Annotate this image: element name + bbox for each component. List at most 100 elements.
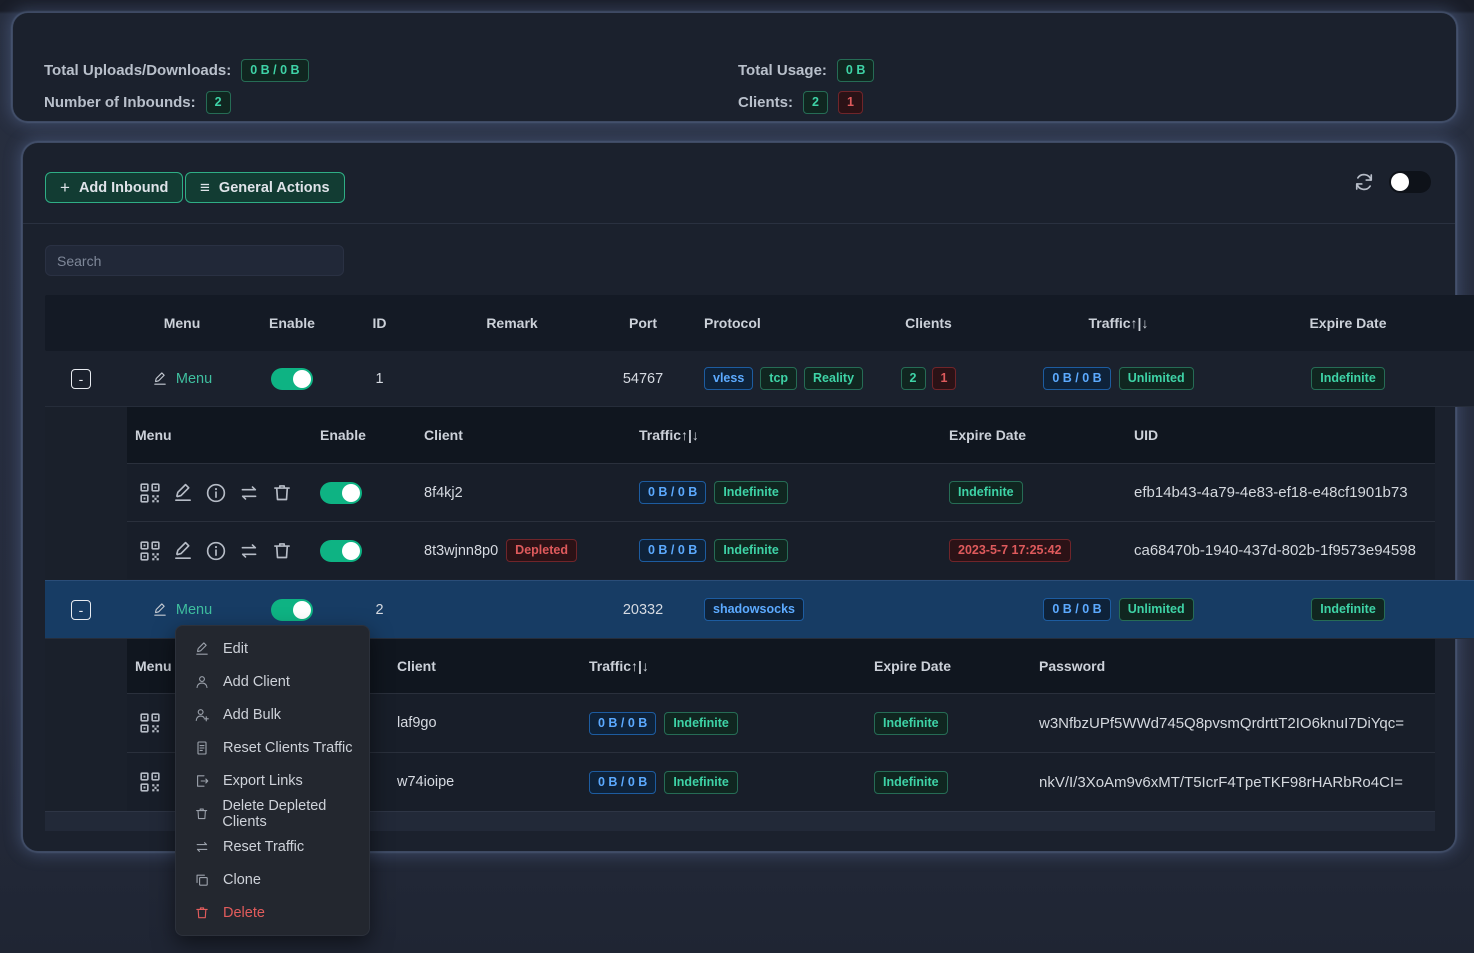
transport-badge: tcp <box>760 367 797 390</box>
toggle-knob <box>1391 173 1409 191</box>
col-header-traffic[interactable]: Traffic↑|↓ <box>631 407 941 463</box>
traffic-badge: 0 B / 0 B <box>639 539 706 562</box>
clients-depleted-badge: 1 <box>932 367 957 390</box>
client-name: w74ioipe <box>389 753 581 811</box>
security-badge: Reality <box>804 367 863 390</box>
reset-traffic-icon[interactable] <box>238 482 260 504</box>
edit-icon <box>152 602 168 618</box>
traffic-badge: 0 B / 0 B <box>589 771 656 794</box>
col-header-menu: Menu <box>127 407 312 463</box>
inbound-context-menu: Edit Add Client Add Bulk Reset Clients T… <box>175 625 370 936</box>
delete-icon[interactable] <box>271 540 293 562</box>
total-usage-label: Total Usage: <box>738 62 827 79</box>
menu-item-add-client[interactable]: Add Client <box>176 665 369 698</box>
expire-badge: Indefinite <box>874 771 948 794</box>
clients-active-count: 2 <box>803 91 828 114</box>
add-bulk-icon <box>194 707 210 723</box>
stats-card: Total Uploads/Downloads: 0 B / 0 B Numbe… <box>12 12 1457 122</box>
qr-code-icon[interactable] <box>139 771 161 793</box>
col-header-traffic[interactable]: Traffic↑|↓ <box>976 295 1261 351</box>
clients-active-badge: 2 <box>901 367 926 390</box>
export-icon <box>194 773 210 789</box>
col-header-traffic[interactable]: Traffic↑|↓ <box>581 639 866 693</box>
row-menu-button[interactable]: Menu <box>152 371 212 387</box>
traffic-badge: 0 B / 0 B <box>639 481 706 504</box>
expire-badge: Indefinite <box>874 712 948 735</box>
traffic-limit-badge: Unlimited <box>1119 598 1194 621</box>
client-row: 8f4kj2 0 B / 0 B Indefinite Indefinite e… <box>127 463 1435 521</box>
menu-item-reset-traffic[interactable]: Reset Traffic <box>176 830 369 863</box>
menu-item-edit[interactable]: Edit <box>176 632 369 665</box>
traffic-badge: 0 B / 0 B <box>589 712 656 735</box>
add-inbound-button[interactable]: + Add Inbound <box>45 172 183 203</box>
protocol-badge: vless <box>704 367 753 390</box>
reset-traffic-icon[interactable] <box>238 540 260 562</box>
info-icon[interactable] <box>205 540 227 562</box>
menu-item-export-links[interactable]: Export Links <box>176 764 369 797</box>
col-header-menu: Menu <box>117 295 247 351</box>
traffic-badge: 0 B / 0 B <box>1043 598 1110 621</box>
clone-icon <box>194 872 210 888</box>
dark-mode-toggle[interactable] <box>1389 171 1431 193</box>
total-usage-value: 0 B <box>837 59 874 82</box>
client-uid: ca68470b-1940-437d-802b-1f9573e94598 <box>1126 522 1435 579</box>
traffic-limit-badge: Indefinite <box>714 481 788 504</box>
traffic-limit-badge: Indefinite <box>664 771 738 794</box>
client-password: w3NfbzUPf5WWd745Q8pvsmQrdrttT2IO6knuI7Di… <box>1031 694 1435 752</box>
clients-table-1: Menu Enable Client Traffic↑|↓ Expire Dat… <box>127 407 1435 579</box>
menu-item-reset-clients-traffic[interactable]: Reset Clients Traffic <box>176 731 369 764</box>
reset-traffic-icon <box>194 839 210 855</box>
plus-icon: + <box>60 179 70 196</box>
col-header-password: Password <box>1031 639 1435 693</box>
general-actions-button[interactable]: ≡ General Actions <box>185 172 345 203</box>
expire-badge: Indefinite <box>1311 598 1385 621</box>
col-header-expire: Expire Date <box>866 639 1031 693</box>
search-input[interactable] <box>45 245 344 276</box>
qr-code-icon[interactable] <box>139 482 161 504</box>
inbound-port: 20332 <box>602 581 684 638</box>
collapse-row-button[interactable]: - <box>71 600 91 620</box>
col-header-enable: Enable <box>312 407 416 463</box>
inbound-remark <box>422 581 602 638</box>
client-name: 8f4kj2 <box>416 464 631 521</box>
info-icon[interactable] <box>205 482 227 504</box>
inbound-1-clients-panel: Menu Enable Client Traffic↑|↓ Expire Dat… <box>45 407 1435 580</box>
clients-depleted-count: 1 <box>838 91 863 114</box>
traffic-limit-badge: Indefinite <box>714 539 788 562</box>
collapse-row-button[interactable]: - <box>71 369 91 389</box>
enable-toggle[interactable] <box>320 482 362 504</box>
add-inbound-label: Add Inbound <box>79 180 168 196</box>
inbound-remark <box>422 351 602 406</box>
qr-code-icon[interactable] <box>139 540 161 562</box>
file-icon <box>194 740 210 756</box>
menu-item-delete-depleted-clients[interactable]: Delete Depleted Clients <box>176 797 369 830</box>
traffic-limit-badge: Indefinite <box>664 712 738 735</box>
menu-item-clone[interactable]: Clone <box>176 863 369 896</box>
menu-item-delete[interactable]: Delete <box>176 896 369 929</box>
expire-badge: Indefinite <box>1311 367 1385 390</box>
edit-icon <box>152 371 168 387</box>
enable-toggle[interactable] <box>320 540 362 562</box>
protocol-badge: shadowsocks <box>704 598 804 621</box>
general-actions-label: General Actions <box>219 180 330 196</box>
client-name: laf9go <box>389 694 581 752</box>
enable-toggle[interactable] <box>271 599 313 621</box>
row-menu-button[interactable]: Menu <box>152 602 212 618</box>
number-of-inbounds-label: Number of Inbounds: <box>44 94 196 111</box>
edit-icon[interactable] <box>172 482 194 504</box>
add-client-icon <box>194 674 210 690</box>
enable-toggle[interactable] <box>271 368 313 390</box>
refresh-icon[interactable] <box>1353 171 1375 193</box>
edit-icon <box>194 641 210 657</box>
traffic-badge: 0 B / 0 B <box>1043 367 1110 390</box>
delete-icon[interactable] <box>271 482 293 504</box>
qr-code-icon[interactable] <box>139 712 161 734</box>
edit-icon[interactable] <box>172 540 194 562</box>
menu-item-add-bulk[interactable]: Add Bulk <box>176 698 369 731</box>
client-row: 8t3wjnn8p0 Depleted 0 B / 0 B Indefinite… <box>127 521 1435 579</box>
client-password: nkV/I/3XoAm9v6xMT/T5IcrF4TpeTKF98rHARbRo… <box>1031 753 1435 811</box>
number-of-inbounds-value: 2 <box>206 91 231 114</box>
col-header-uid: UID <box>1126 407 1435 463</box>
col-header-protocol: Protocol <box>684 295 881 351</box>
inbounds-table-header: Menu Enable ID Remark Port Protocol Clie… <box>45 295 1474 351</box>
